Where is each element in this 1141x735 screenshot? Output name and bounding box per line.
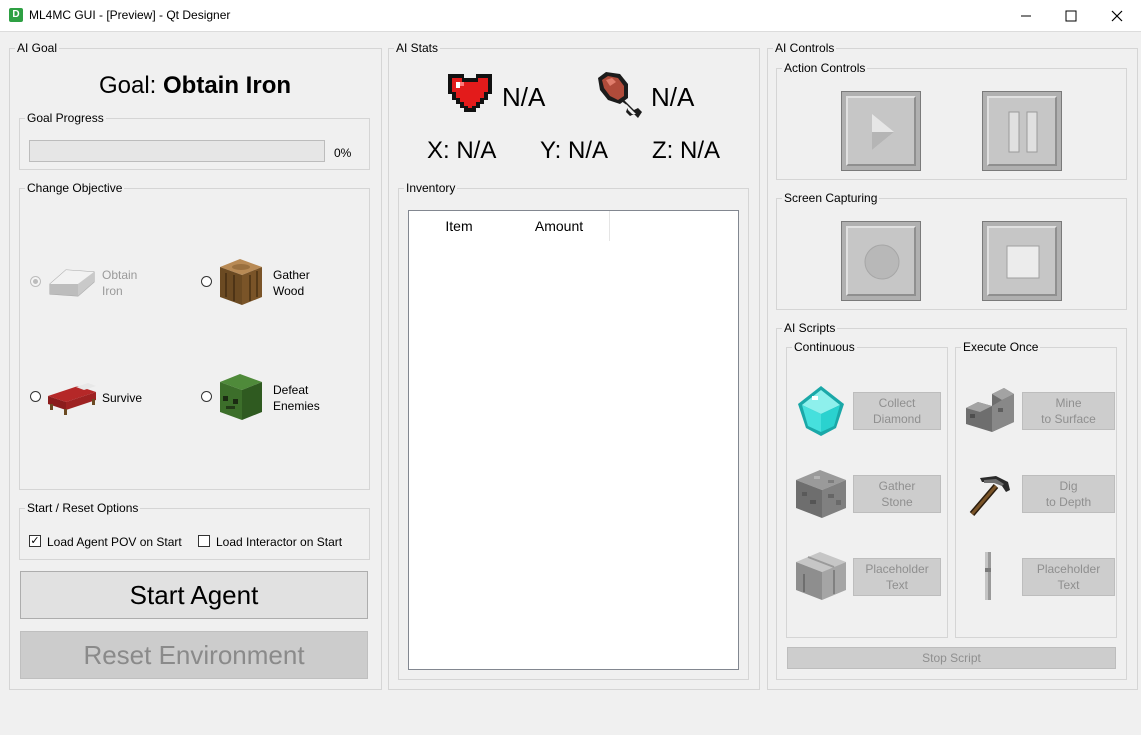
gather-wood-label: Gather Wood [273, 268, 310, 298]
change-objective-title: Change Objective [25, 181, 125, 195]
x-coordinate: X: N/A [427, 137, 497, 164]
goal-value: Obtain Iron [163, 72, 292, 99]
close-button[interactable] [1094, 0, 1140, 31]
stone-block-icon [796, 470, 846, 518]
start-reset-options-title: Start / Reset Options [25, 501, 141, 515]
pause-icon [1008, 111, 1038, 153]
start-agent-button[interactable]: Start Agent [20, 571, 368, 619]
defeat-enemies-radio[interactable] [201, 391, 212, 402]
stop-capture-button[interactable] [982, 221, 1062, 301]
ai-stats-title: AI Stats [394, 41, 441, 55]
diamond-icon [798, 386, 844, 436]
column-header-item[interactable]: Item [409, 211, 510, 241]
close-icon [1111, 10, 1123, 22]
pickaxe-icon [969, 476, 1010, 516]
ai-goal-title: AI Goal [15, 41, 60, 55]
health-value: N/A [502, 82, 546, 112]
zombie-head-icon [220, 374, 262, 420]
play-button[interactable] [841, 91, 921, 171]
gather-stone-button[interactable]: Gather Stone [853, 475, 941, 513]
iron-ingot-icon [49, 269, 95, 297]
load-agent-pov-label: Load Agent POV on Start [47, 535, 182, 549]
y-coordinate: Y: N/A [540, 137, 609, 164]
column-header-amount[interactable]: Amount [509, 211, 610, 241]
collect-diamond-button[interactable]: Collect Diamond [853, 392, 941, 430]
crafting-table-icon [796, 552, 846, 600]
stop-script-button[interactable]: Stop Script [787, 647, 1116, 669]
reset-environment-button[interactable]: Reset Environment [20, 631, 368, 679]
goal-progress-bar [29, 140, 325, 162]
start-reset-options-group [19, 508, 370, 560]
load-interactor-label: Load Interactor on Start [216, 535, 343, 549]
screen-capturing-title: Screen Capturing [782, 191, 880, 205]
maximize-icon [1065, 10, 1077, 22]
action-controls-title: Action Controls [782, 61, 868, 75]
minimize-button[interactable] [1003, 0, 1049, 31]
stop-icon [1006, 245, 1040, 279]
action-controls-group [776, 68, 1127, 180]
defeat-enemies-label: Defeat Enemies [273, 383, 320, 413]
obtain-iron-radio[interactable] [30, 276, 41, 287]
stick-icon [985, 552, 991, 600]
window-title: ML4MC GUI - [Preview] - Qt Designer [29, 8, 231, 22]
hunger-value: N/A [651, 82, 695, 112]
ai-scripts-title: AI Scripts [782, 321, 838, 335]
dig-to-depth-button[interactable]: Dig to Depth [1022, 475, 1115, 513]
change-objective-group [19, 188, 370, 490]
screen-capturing-group [776, 198, 1127, 310]
app-icon: D [9, 8, 23, 22]
placeholder-once-button[interactable]: Placeholder Text [1022, 558, 1115, 596]
title-bar: D ML4MC GUI - [Preview] - Qt Designer [0, 0, 1141, 32]
survive-radio[interactable] [30, 391, 41, 402]
obtain-iron-label: Obtain Iron [102, 268, 138, 298]
gather-wood-radio[interactable] [201, 276, 212, 287]
goal-prefix: Goal: [98, 72, 164, 99]
pause-button[interactable] [982, 91, 1062, 171]
heart-icon [448, 74, 492, 112]
inventory-table[interactable]: Item Amount [408, 210, 739, 670]
inventory-title: Inventory [404, 181, 458, 195]
mine-to-surface-button[interactable]: Mine to Surface [1022, 392, 1115, 430]
survive-label: Survive [102, 391, 143, 405]
record-icon [864, 244, 900, 280]
execute-once-title: Execute Once [961, 340, 1041, 354]
load-agent-pov-checkbox[interactable]: ✓ [29, 535, 41, 547]
load-interactor-checkbox[interactable] [198, 535, 210, 547]
goal-progress-text: 0% [334, 146, 352, 160]
ai-controls-title: AI Controls [773, 41, 837, 55]
minimize-icon [1021, 15, 1031, 17]
wood-log-icon [220, 259, 262, 305]
record-button[interactable] [841, 221, 921, 301]
z-coordinate: Z: N/A [652, 137, 721, 164]
drumstick-icon [598, 72, 642, 118]
placeholder-continuous-button[interactable]: Placeholder Text [853, 558, 941, 596]
goal-label: Goal: Obtain Iron [10, 72, 380, 100]
continuous-title: Continuous [792, 340, 857, 354]
goal-progress-title: Goal Progress [25, 111, 106, 125]
stone-stairs-icon [966, 388, 1014, 432]
bed-icon [48, 383, 96, 415]
maximize-button[interactable] [1048, 0, 1094, 31]
play-icon [872, 114, 894, 150]
